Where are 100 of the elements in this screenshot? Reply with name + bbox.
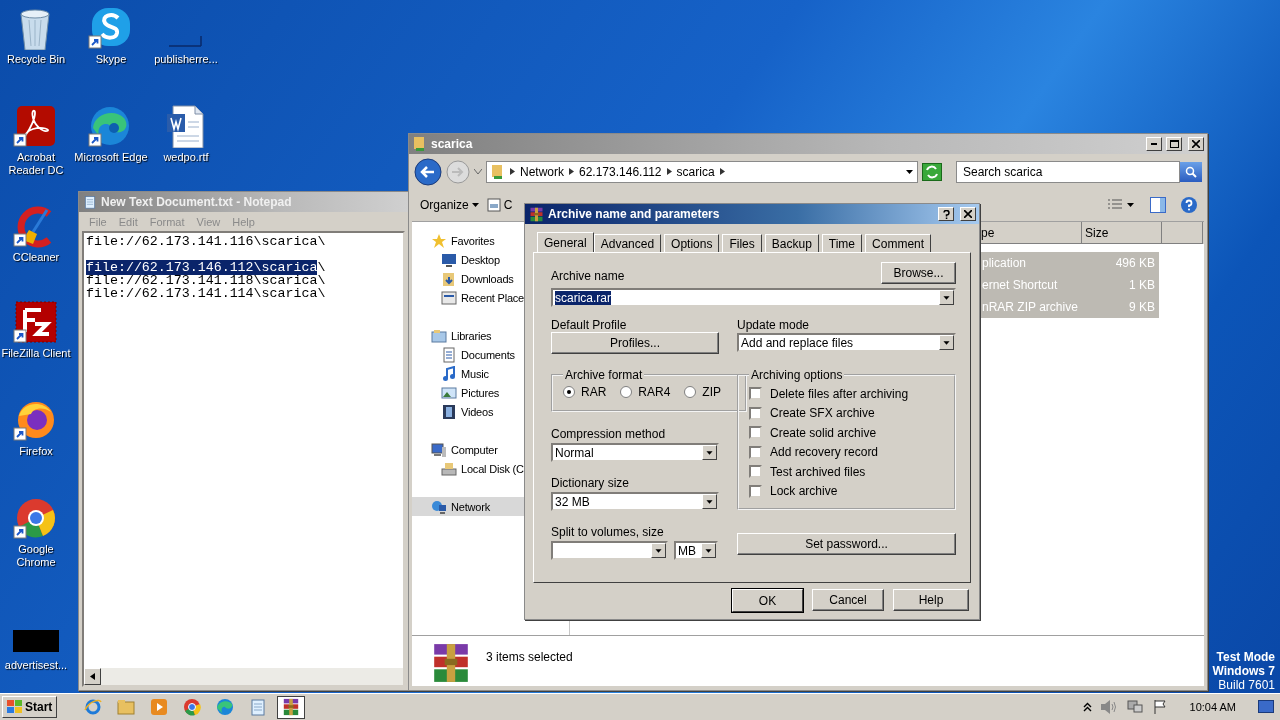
winrar-icon [282, 698, 301, 716]
chevron-icon [719, 168, 725, 175]
table-cell-text: ernet Shortcut [981, 277, 1059, 294]
address-bar[interactable]: Network 62.173.146.112 scarica [486, 160, 918, 183]
tab[interactable]: Options [664, 234, 720, 252]
scroll-left-button[interactable] [84, 668, 101, 685]
tab[interactable]: General [537, 232, 594, 252]
column-header[interactable]: Size [1082, 222, 1162, 244]
nav-item[interactable]: Videos [412, 402, 569, 421]
text-line: file://62.173.141.116\scarica\ [86, 235, 327, 248]
profiles-button[interactable]: Profiles... [551, 332, 719, 354]
column-header[interactable] [1162, 222, 1203, 244]
caret-icon [471, 203, 479, 207]
status-text: 3 items selected [486, 650, 573, 664]
icon-label: publisherre... [154, 53, 218, 66]
chevron-icon [510, 168, 515, 175]
close-button[interactable] [1188, 137, 1204, 151]
table-cell-text: plication [981, 255, 1028, 272]
checkbox[interactable]: Add recovery record [749, 442, 944, 462]
network-icon[interactable] [1125, 699, 1144, 715]
tab[interactable]: Comment [865, 234, 932, 252]
tab[interactable]: Advanced [593, 234, 662, 252]
back-button[interactable] [414, 157, 442, 186]
dictionary-combo[interactable]: 32 MB [551, 492, 719, 511]
tab[interactable]: Time [821, 234, 863, 252]
dialog-button[interactable]: Help [893, 589, 969, 611]
window-title: scarica [431, 137, 474, 151]
text-line: file://62.173.146.112\scarica\ [86, 261, 327, 274]
update-mode-combo[interactable]: Add and replace files [737, 333, 956, 352]
disk-drive-icon [441, 460, 457, 477]
flag-icon[interactable] [1151, 699, 1168, 715]
table-cell-text: nRAR ZIP archive [981, 299, 1079, 316]
field-label: Default Profile [551, 318, 628, 332]
maximize-button[interactable] [1166, 137, 1182, 151]
checkbox[interactable]: Delete files after archiving [749, 384, 944, 404]
table-cell-text: 496 KB [1114, 255, 1156, 272]
system-notice-text: Build 7601 [1218, 678, 1275, 692]
document-icon [441, 346, 457, 363]
checkbox[interactable]: Test archived files [749, 462, 944, 482]
film-icon [441, 403, 457, 420]
nav-item[interactable]: Local Disk (C [412, 459, 569, 478]
chevron-icon [569, 168, 574, 175]
dialog-button[interactable]: Cancel [812, 589, 884, 611]
maximize-icon [1169, 140, 1179, 148]
checkbox[interactable]: Create SFX archive [749, 403, 944, 423]
clock: 10:04 AM [1189, 701, 1236, 713]
network-folder-icon [413, 136, 427, 152]
text-line: file://62.173.141.118\scarica\ [86, 274, 327, 287]
archive-name-combo[interactable]: scarica.rar [551, 288, 956, 307]
view-caret-icon [1127, 203, 1134, 207]
set-password-button[interactable]: Set password... [737, 533, 956, 555]
volume-size-combo[interactable] [551, 541, 668, 560]
refresh-icon[interactable] [922, 162, 942, 181]
computer-icon [431, 441, 447, 458]
compression-combo[interactable]: Normal [551, 443, 719, 462]
table-cell-text: 1 KB [1128, 277, 1156, 294]
icon-label: Firefox [19, 445, 53, 458]
icon-label: Acrobat Reader DC [7, 151, 65, 177]
icon-label: Microsoft Edge [74, 151, 148, 164]
checkbox[interactable]: Create solid archive [749, 423, 944, 443]
search-button[interactable] [1180, 161, 1202, 182]
help-icon[interactable] [1180, 196, 1198, 214]
icon-label: Recycle Bin [6, 53, 66, 66]
filezilla-icon[interactable] [13, 300, 59, 344]
chevron-icon [666, 168, 672, 175]
music-note-icon [441, 365, 457, 382]
browse-button[interactable]: Browse... [881, 262, 956, 284]
chevron-up-icon[interactable] [1082, 702, 1092, 712]
field-label: Archive name [551, 269, 625, 283]
toolbar-button[interactable]: C [484, 193, 515, 217]
network-folder-icon [491, 163, 505, 180]
window-title: New Text Document.txt - Notepad [101, 195, 293, 209]
winrar-icon [529, 206, 544, 222]
taskbar-button[interactable] [277, 695, 306, 719]
nav-item[interactable]: Desktop [412, 250, 569, 269]
tab[interactable]: Files [722, 234, 762, 252]
network-icon [431, 498, 447, 515]
tab[interactable]: Backup [764, 234, 819, 252]
radio-button[interactable]: ZIP [684, 385, 722, 399]
unit-combo[interactable]: MB [674, 541, 718, 560]
windows-logo-icon [7, 700, 23, 714]
field-label: Split to volumes, size [551, 525, 665, 539]
minimize-button[interactable] [1146, 137, 1162, 151]
toolbar-button[interactable]: Organize [418, 193, 481, 217]
search-icon [1185, 165, 1197, 178]
search-field[interactable]: Search scarica [956, 160, 1180, 183]
help-button[interactable] [938, 207, 954, 221]
history-caret-icon[interactable] [474, 168, 482, 175]
text-area[interactable]: file://62.173.141.116\scarica\ file://62.173.146.112\scarica\ file://62.173.141.118\scarica\ file://62.173.141.114\scarica\ [82, 231, 405, 687]
breadcrumb[interactable]: Network [520, 164, 564, 179]
system-notice-text: Test Mode [1216, 650, 1275, 664]
dialog-button[interactable]: OK [732, 589, 803, 612]
breadcrumb[interactable]: scarica [676, 164, 715, 179]
start-button[interactable]: Start [2, 696, 58, 718]
preview-pane-icon[interactable] [1150, 197, 1166, 213]
radio-button[interactable]: RAR4 [620, 385, 671, 399]
show-desktop-icon[interactable] [1258, 700, 1274, 714]
breadcrumb[interactable]: 62.173.146.112 [579, 164, 662, 179]
checkbox[interactable]: Lock archive [749, 481, 944, 501]
close-button[interactable] [960, 207, 976, 221]
